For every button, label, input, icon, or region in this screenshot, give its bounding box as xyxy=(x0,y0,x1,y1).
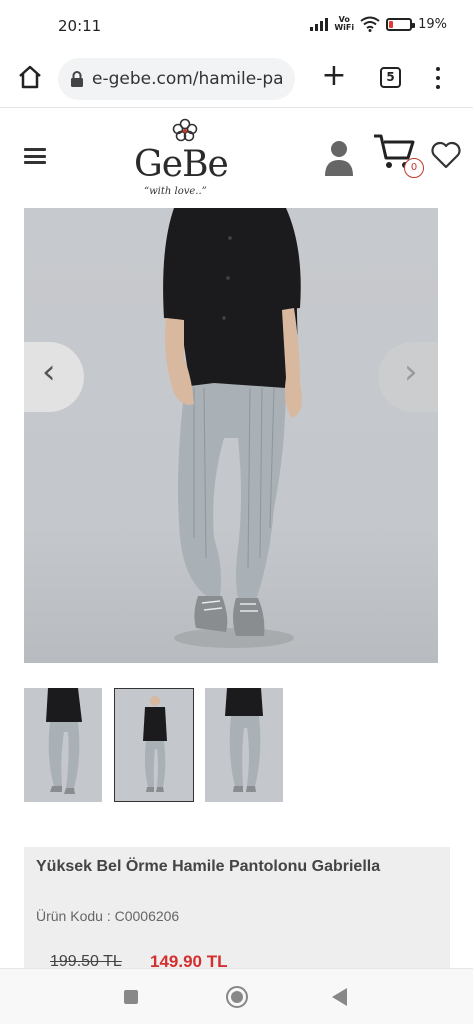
lock-icon[interactable] xyxy=(70,70,84,88)
tab-switcher-button[interactable]: 5 xyxy=(380,67,401,88)
logo-wordmark: GeBe xyxy=(134,144,229,185)
status-bar: 20:11 Vo WiFi 19% xyxy=(0,0,473,50)
chevron-left-icon: ‹ xyxy=(42,352,56,392)
battery-icon xyxy=(386,17,416,31)
product-code: Ürün Kodu : C0006206 xyxy=(36,908,180,924)
product-info-card: Yüksek Bel Örme Hamile Pantolonu Gabriel… xyxy=(24,847,450,977)
back-nav-icon[interactable] xyxy=(332,988,347,1006)
thumbnail-3[interactable] xyxy=(205,688,283,802)
thumbnail-strip xyxy=(24,688,294,806)
status-time: 20:11 xyxy=(58,17,102,35)
hamburger-menu-icon[interactable] xyxy=(24,148,46,164)
cart-count-badge[interactable]: 0 xyxy=(404,158,424,178)
user-account-icon[interactable] xyxy=(324,138,354,178)
vowifi-label: Vo WiFi xyxy=(334,15,355,32)
site-header: GeBe “with love..” 0 xyxy=(0,110,473,205)
home-nav-icon[interactable] xyxy=(226,986,248,1008)
signal-icon xyxy=(310,17,329,31)
product-title: Yüksek Bel Örme Hamile Pantolonu Gabriel… xyxy=(36,858,381,875)
new-tab-button[interactable]: + xyxy=(320,61,348,91)
browser-menu-icon[interactable] xyxy=(430,64,446,92)
recent-apps-icon[interactable] xyxy=(124,990,138,1004)
battery-fill xyxy=(389,20,394,28)
status-icons: Vo WiFi 19% xyxy=(310,16,447,32)
site-logo[interactable]: GeBe “with love..” xyxy=(126,118,236,198)
address-bar[interactable]: e-gebe.com/hamile-pa xyxy=(58,58,295,100)
system-nav-bar xyxy=(0,968,473,1024)
product-main-image[interactable]: ‹ › xyxy=(24,208,438,663)
chevron-right-icon: › xyxy=(404,352,418,392)
thumbnail-1[interactable] xyxy=(24,688,102,802)
thumbnail-2[interactable] xyxy=(114,688,194,802)
url-text[interactable]: e-gebe.com/hamile-pa xyxy=(92,69,284,89)
logo-tagline: “with love..” xyxy=(144,186,207,197)
flower-icon xyxy=(172,118,198,142)
model-photo xyxy=(163,208,302,636)
wifi-icon xyxy=(360,16,380,32)
home-icon[interactable] xyxy=(16,63,44,91)
browser-toolbar: e-gebe.com/hamile-pa + 5 xyxy=(0,50,473,108)
wishlist-heart-icon[interactable] xyxy=(430,140,462,170)
battery-percent: 19% xyxy=(418,16,447,32)
